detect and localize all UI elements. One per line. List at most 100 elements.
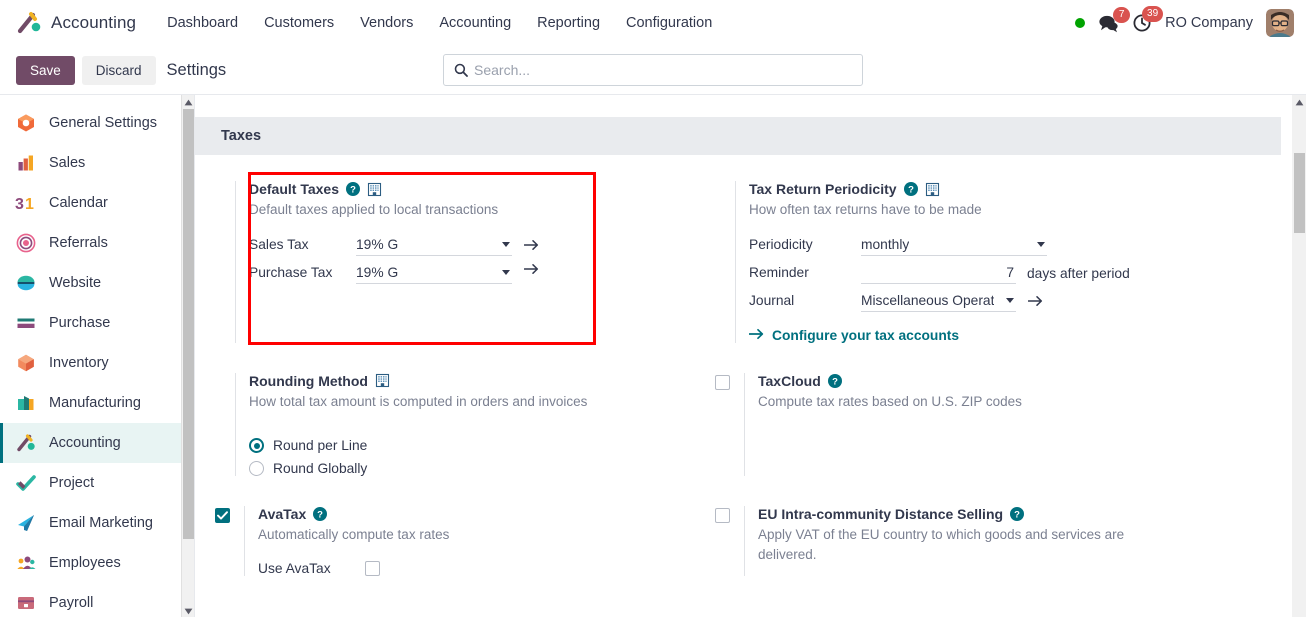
discard-button[interactable]: Discard: [81, 55, 156, 85]
chevron-down-icon[interactable]: [1037, 241, 1045, 247]
purchase-tax-internal-link-icon[interactable]: [524, 263, 539, 275]
sidebar-item-label: Payroll: [49, 595, 94, 611]
sidebar-scroll-area: General Settings Sales 3 1 Calendar Refe…: [0, 95, 182, 617]
messages-button[interactable]: 7: [1098, 6, 1131, 33]
sidebar-item-label: Inventory: [49, 355, 109, 371]
sidebar-item-manufacturing[interactable]: Manufacturing: [0, 383, 182, 423]
search-input[interactable]: [474, 62, 852, 78]
nav-item-reporting[interactable]: Reporting: [524, 9, 613, 37]
brand[interactable]: Accounting: [16, 10, 136, 36]
journal-select[interactable]: Miscellaneous Operat: [861, 291, 1016, 312]
help-icon[interactable]: ?: [827, 373, 842, 388]
journal-internal-link-icon[interactable]: [1028, 295, 1043, 307]
sidebar-item-purchase[interactable]: Purchase: [0, 303, 182, 343]
taxcloud-checkbox[interactable]: [715, 374, 730, 390]
settings-sidebar: General Settings Sales 3 1 Calendar Refe…: [0, 95, 195, 617]
eu-distance-selling-subtitle: Apply VAT of the EU country to which goo…: [758, 527, 1125, 562]
company-building-icon: [375, 373, 390, 388]
eu-distance-selling-title-row: EU Intra-community Distance Selling ?: [758, 506, 1158, 522]
sales-tax-select[interactable]: 19% G: [356, 235, 512, 256]
configure-tax-accounts-link[interactable]: Configure your tax accounts: [748, 328, 1185, 343]
sidebar-item-inventory[interactable]: Inventory: [0, 343, 182, 383]
eu-distance-selling-checkbox[interactable]: [715, 508, 730, 524]
sales-tax-row: Sales Tax 19% G: [249, 235, 685, 256]
settings-grid: Default Taxes ? Default taxes applied to…: [195, 155, 1293, 582]
nav-item-vendors[interactable]: Vendors: [347, 9, 426, 37]
sidebar-item-general-settings[interactable]: General Settings: [0, 103, 182, 143]
sidebar-item-project[interactable]: Project: [0, 463, 182, 503]
chevron-down-icon[interactable]: [1006, 297, 1014, 303]
save-button[interactable]: Save: [16, 55, 75, 85]
sidebar-item-sales[interactable]: Sales: [0, 143, 182, 183]
check-icon: [217, 511, 228, 520]
main-scroll-up-arrow[interactable]: [1292, 95, 1306, 110]
odoo-logo-icon: [16, 10, 42, 36]
sidebar-scrollbar[interactable]: [181, 95, 194, 617]
sidebar-item-payroll[interactable]: Payroll: [0, 583, 182, 617]
nav-item-dashboard[interactable]: Dashboard: [154, 9, 251, 37]
activities-badge: 39: [1142, 6, 1164, 22]
help-icon[interactable]: ?: [313, 507, 328, 522]
purchase-icon: [15, 312, 37, 334]
activities-button[interactable]: 39: [1132, 6, 1164, 33]
taxcloud-title-row: TaxCloud ?: [758, 373, 1185, 389]
employees-icon: [15, 552, 37, 574]
rounding-method-title-row: Rounding Method: [249, 373, 685, 389]
block-divider: [235, 181, 236, 343]
chevron-down-icon[interactable]: [502, 241, 510, 247]
sales-tax-internal-link-icon[interactable]: [524, 239, 539, 251]
inventory-icon: [15, 352, 37, 374]
sidebar-scroll-down-arrow[interactable]: [182, 604, 194, 617]
main-scrollbar-thumb[interactable]: [1294, 153, 1305, 233]
help-icon[interactable]: ?: [346, 182, 360, 196]
use-avatax-row: Use AvaTax: [258, 560, 685, 576]
use-avatax-checkbox[interactable]: [365, 560, 380, 576]
tax-return-periodicity-subtitle: How often tax returns have to be made: [749, 202, 982, 217]
sidebar-item-accounting[interactable]: Accounting: [0, 423, 182, 463]
sidebar-item-calendar[interactable]: 3 1 Calendar: [0, 183, 182, 223]
svg-text:?: ?: [350, 185, 356, 196]
sidebar-item-label: Accounting: [49, 435, 121, 451]
company-name[interactable]: RO Company: [1165, 15, 1253, 31]
sidebar-item-website[interactable]: Website: [0, 263, 182, 303]
main-scrollbar[interactable]: [1292, 95, 1306, 617]
sidebar-item-email-marketing[interactable]: Email Marketing: [0, 503, 182, 543]
reminder-unit-label: days after period: [1027, 265, 1130, 281]
help-icon[interactable]: ?: [1010, 507, 1025, 522]
purchase-tax-select[interactable]: 19% G: [356, 263, 512, 284]
sidebar-scrollbar-thumb[interactable]: [183, 109, 194, 539]
purchase-tax-label: Purchase Tax: [249, 264, 333, 280]
radio-icon-selected[interactable]: [249, 438, 264, 454]
chevron-down-icon[interactable]: [502, 269, 510, 275]
radio-round-per-line[interactable]: Round per Line: [249, 438, 685, 454]
nav-item-accounting[interactable]: Accounting: [426, 9, 524, 37]
user-avatar[interactable]: [1266, 9, 1294, 37]
sidebar-item-referrals[interactable]: Referrals: [0, 223, 182, 263]
nav-item-customers[interactable]: Customers: [251, 9, 347, 37]
svg-text:1: 1: [25, 196, 34, 213]
nav-item-configuration[interactable]: Configuration: [613, 9, 725, 37]
periodicity-select[interactable]: monthly: [861, 235, 1047, 256]
radio-icon-unselected[interactable]: [249, 461, 264, 477]
reminder-input[interactable]: 7: [861, 263, 1016, 284]
journal-label: Journal: [749, 293, 795, 309]
avatax-title: AvaTax: [258, 506, 307, 523]
svg-text:3: 3: [15, 196, 24, 213]
radio-round-globally[interactable]: Round Globally: [249, 461, 685, 477]
search-bar[interactable]: [443, 54, 863, 86]
svg-text:?: ?: [317, 510, 323, 521]
avatax-checkbox[interactable]: [215, 508, 230, 524]
messages-badge: 7: [1113, 6, 1131, 23]
setting-rounding-method: Rounding Method How total tax amount is …: [195, 349, 695, 483]
setting-taxcloud: TaxCloud ? Compute tax rates based on U.…: [695, 349, 1195, 483]
setting-eu-distance-selling: EU Intra-community Distance Selling ? Ap…: [695, 482, 1195, 582]
journal-value: Miscellaneous Operat: [861, 292, 995, 308]
sidebar-item-employees[interactable]: Employees: [0, 543, 182, 583]
sidebar-scroll-up-arrow[interactable]: [182, 95, 194, 109]
block-divider: [744, 372, 745, 477]
help-icon[interactable]: ?: [903, 182, 918, 196]
nav-menu: Dashboard Customers Vendors Accounting R…: [154, 9, 725, 37]
tax-return-periodicity-title: Tax Return Periodicity: [749, 181, 897, 197]
company-building-icon: [367, 182, 382, 197]
rounding-method-title: Rounding Method: [249, 372, 368, 389]
